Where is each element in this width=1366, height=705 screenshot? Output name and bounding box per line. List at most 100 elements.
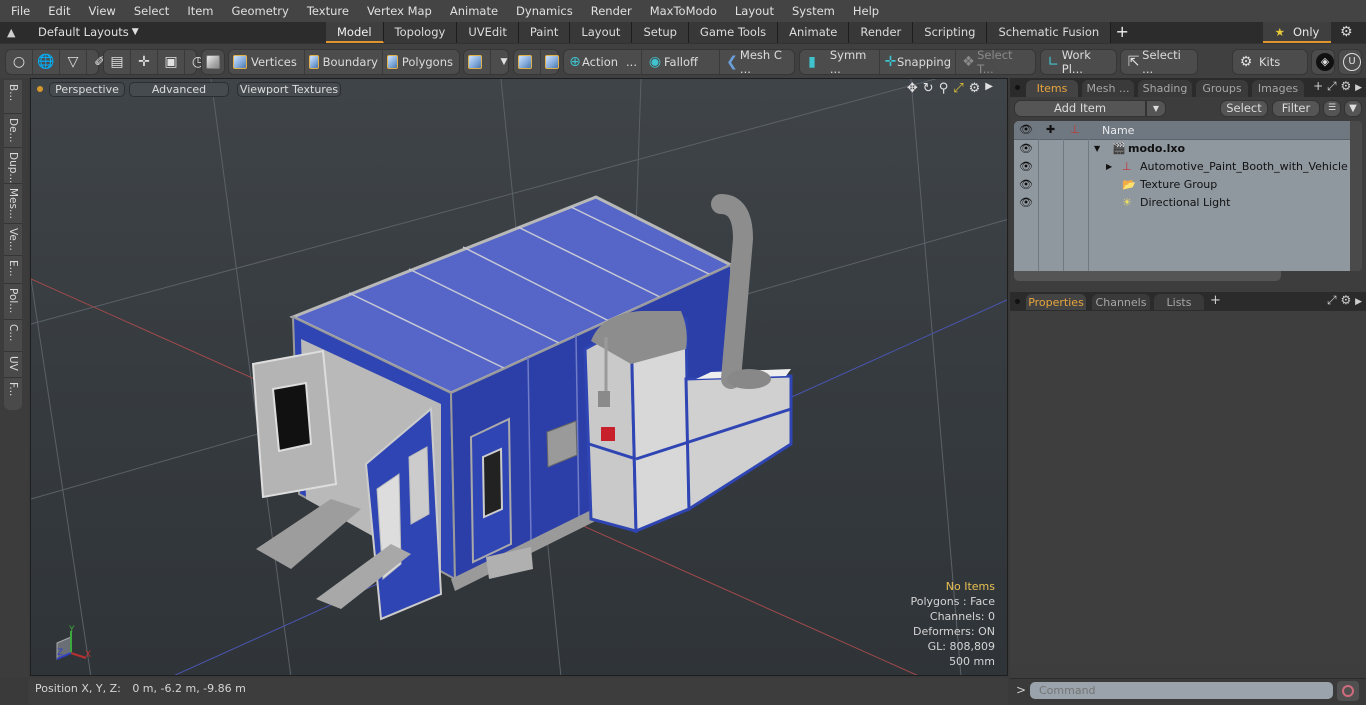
unreal-button[interactable]: U <box>1339 50 1365 74</box>
menu-layout[interactable]: Layout <box>726 4 783 18</box>
left-tab-mesh-edit[interactable]: Mes... <box>4 184 22 224</box>
items-mode-button[interactable] <box>202 50 228 74</box>
tree-vertical-scrollbar[interactable] <box>1350 121 1362 271</box>
tab-scripting[interactable]: Scripting <box>913 22 988 43</box>
visibility-eye-icon[interactable]: 👁 <box>1019 140 1033 158</box>
3d-viewport[interactable]: Perspective Advanced Viewport Textures ✥… <box>30 78 1008 676</box>
left-tab-uv[interactable]: UV <box>4 352 22 378</box>
pan-icon[interactable]: ✥ <box>907 81 918 96</box>
add-tab-icon[interactable]: + <box>1210 293 1221 308</box>
add-tab-button[interactable]: + <box>1111 22 1133 43</box>
tab-uvedit[interactable]: UVEdit <box>457 22 519 43</box>
tree-row-scene[interactable]: 👁 ▼ 🎬 modo.lxo <box>1014 140 1350 158</box>
tab-groups[interactable]: Groups <box>1196 80 1248 97</box>
arrow-right-icon[interactable]: ▶ <box>985 81 993 96</box>
command-input[interactable] <box>1030 682 1333 699</box>
lock-column-icon[interactable]: ✚ <box>1046 123 1055 136</box>
mesh-constraint-button[interactable]: ❮ Mesh C ... <box>720 48 794 76</box>
action-button[interactable]: ⊕ Action... <box>564 50 642 74</box>
circle-select-button[interactable]: ○ <box>6 50 33 74</box>
globe-select-button[interactable]: 🌐 <box>33 50 60 74</box>
action-center-button-1[interactable] <box>514 50 541 74</box>
viewport-textures-dropdown[interactable]: Viewport Textures <box>237 82 341 97</box>
zoom-icon[interactable]: ⚲ <box>939 81 949 96</box>
pen-button[interactable]: ▽ <box>60 50 87 74</box>
add-tab-icon[interactable]: + <box>1313 79 1323 93</box>
arrow-right-icon[interactable]: ▶ <box>1355 297 1362 307</box>
tab-game-tools[interactable]: Game Tools <box>688 22 779 43</box>
tab-layout[interactable]: Layout <box>570 22 633 43</box>
stack-button[interactable]: ▤ <box>104 50 131 74</box>
tab-properties[interactable]: Properties <box>1026 294 1086 311</box>
tree-row-mesh[interactable]: 👁 ▶ ⊥ Automotive_Paint_Booth_with_Vehicl… <box>1014 158 1350 176</box>
menu-texture[interactable]: Texture <box>298 4 358 18</box>
visibility-eye-icon[interactable]: 👁 <box>1019 194 1033 212</box>
panel-options-dot[interactable] <box>1015 85 1020 90</box>
tab-mesh[interactable]: Mesh ... <box>1082 80 1134 97</box>
locator-column-icon[interactable]: ⊥ <box>1070 123 1080 136</box>
visibility-eye-icon[interactable]: 👁 <box>1019 158 1033 176</box>
work-plane-button[interactable]: ∟ Work Pl... <box>1041 48 1116 76</box>
expand-triangle-icon[interactable]: ▼ <box>1094 140 1100 158</box>
tab-shading[interactable]: Shading <box>1138 80 1192 97</box>
viewport-options-dot[interactable] <box>37 86 43 92</box>
menu-view[interactable]: View <box>80 4 125 18</box>
left-tab-fusion[interactable]: F... <box>4 378 22 408</box>
tab-model[interactable]: Model <box>326 22 384 43</box>
kits-button[interactable]: ⚙ Kits <box>1233 50 1284 74</box>
boundary-button[interactable]: Boundary <box>305 50 383 74</box>
tab-images[interactable]: Images <box>1252 80 1304 97</box>
filter-funnel-button[interactable]: ▼ <box>1344 100 1362 117</box>
vertices-button[interactable]: Vertices <box>229 50 305 74</box>
material-mode-button[interactable] <box>464 50 491 74</box>
rotate-icon[interactable]: ↻ <box>923 81 934 96</box>
frame-button[interactable]: ▣ <box>158 50 185 74</box>
menu-system[interactable]: System <box>783 4 844 18</box>
menu-edit[interactable]: Edit <box>39 4 79 18</box>
left-tab-basic[interactable]: B... <box>4 80 22 114</box>
menu-file[interactable]: File <box>0 4 39 18</box>
panel-options-dot[interactable] <box>1015 299 1020 304</box>
falloff-button[interactable]: ◉ Falloff <box>642 50 720 74</box>
select-through-button[interactable]: ❖ Select T... <box>956 48 1034 76</box>
menu-vertex-map[interactable]: Vertex Map <box>358 4 441 18</box>
tab-channels[interactable]: Channels <box>1092 294 1150 311</box>
left-tab-deform[interactable]: De... <box>4 114 22 148</box>
add-item-dropdown[interactable]: ▼ <box>1146 100 1166 117</box>
tree-row-light[interactable]: 👁 ☀ Directional Light <box>1014 194 1350 212</box>
expand-icon[interactable]: ⤢ <box>1327 293 1337 307</box>
selection-sets-button[interactable]: ⇱ Selecti ... <box>1121 48 1197 76</box>
only-toggle[interactable]: ★ Only <box>1263 22 1331 43</box>
filter-button[interactable]: Filter <box>1272 100 1320 117</box>
add-item-button[interactable]: Add Item <box>1014 100 1146 117</box>
menu-animate[interactable]: Animate <box>441 4 507 18</box>
tab-paint[interactable]: Paint <box>518 22 571 43</box>
menu-geometry[interactable]: Geometry <box>223 4 298 18</box>
visibility-eye-icon[interactable]: 👁 <box>1019 176 1033 194</box>
shading-mode-dropdown[interactable]: Advanced <box>129 82 229 97</box>
menu-item[interactable]: Item <box>178 4 222 18</box>
left-tab-polygon[interactable]: Pol... <box>4 284 22 320</box>
visibility-column-eye-icon[interactable]: 👁 <box>1019 123 1033 136</box>
polygons-button[interactable]: Polygons <box>383 50 457 74</box>
menu-dynamics[interactable]: Dynamics <box>507 4 582 18</box>
gear-icon[interactable]: ⚙ <box>969 81 981 96</box>
tab-topology[interactable]: Topology <box>383 22 458 43</box>
tab-animate[interactable]: Animate <box>778 22 850 43</box>
command-record-button[interactable] <box>1337 681 1359 701</box>
tab-schematic-fusion[interactable]: Schematic Fusion <box>987 22 1112 43</box>
expand-triangle-icon[interactable]: ▶ <box>1106 158 1112 176</box>
unity-button[interactable]: ◈ <box>1312 50 1338 74</box>
gear-icon[interactable]: ⚙ <box>1340 79 1351 93</box>
symmetry-button[interactable]: ▮ Symm ... <box>800 48 880 76</box>
left-tab-curve[interactable]: C... <box>4 320 22 352</box>
menu-select[interactable]: Select <box>125 4 178 18</box>
tab-items[interactable]: Items <box>1026 80 1078 97</box>
layout-selector[interactable]: ▲ Default Layouts ▼ <box>7 25 139 39</box>
gear-icon[interactable]: ⚙ <box>1340 293 1351 307</box>
tree-horizontal-scrollbar[interactable] <box>1014 271 1281 281</box>
menu-maxtomodo[interactable]: MaxToModo <box>641 4 726 18</box>
name-column-header[interactable]: Name <box>1102 124 1134 137</box>
tab-lists[interactable]: Lists <box>1154 294 1204 311</box>
tree-row-texture-group[interactable]: 👁 📂 Texture Group <box>1014 176 1350 194</box>
